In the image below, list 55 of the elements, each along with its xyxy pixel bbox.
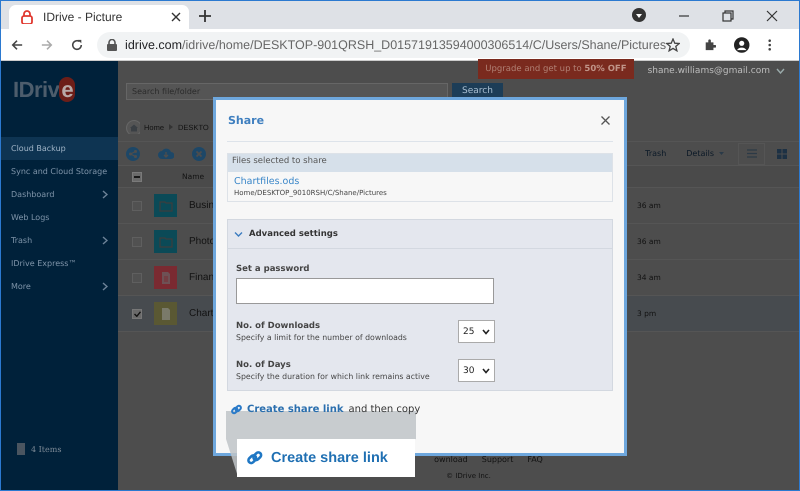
link-icon <box>247 450 263 466</box>
sidebar-item[interactable]: Web Logs <box>1 206 118 229</box>
sidebar-item[interactable]: Cloud Backup <box>1 137 118 160</box>
chevron-down-icon <box>234 230 243 238</box>
profile-icon[interactable] <box>734 36 750 54</box>
item-count: 4 Items <box>31 444 62 454</box>
select-all-checkbox[interactable] <box>132 172 142 182</box>
plus-icon[interactable] <box>199 10 211 22</box>
star-icon[interactable] <box>666 38 680 52</box>
browser-tab[interactable]: IDrive - Picture <box>9 5 189 29</box>
puzzle-icon[interactable] <box>704 38 716 52</box>
sidebar-item[interactable]: IDrive Express™ <box>1 252 118 275</box>
account-menu[interactable]: shane.williams@gmail.com <box>648 66 785 76</box>
home-icon <box>126 120 140 134</box>
file-link[interactable]: Chartfiles.ods <box>234 176 606 187</box>
close-icon[interactable] <box>601 116 610 125</box>
lock-icon <box>21 10 33 24</box>
list-icon <box>746 149 756 158</box>
address-field[interactable]: idrive.com/idrive/home/DESKTOP-901QRSH_D01571913594000306514/C/Users/Shane/Pictures <box>97 32 690 58</box>
tab-title: IDrive - Picture <box>43 10 124 24</box>
sidebar-item[interactable]: Trash <box>1 229 118 252</box>
back-icon[interactable] <box>11 38 24 52</box>
chevron-down-icon <box>776 68 785 74</box>
instruction-text: and then copy <box>348 404 420 415</box>
chevron-down-icon <box>482 368 490 374</box>
lock-icon <box>107 38 118 50</box>
option-title: No. of Downloads <box>236 321 322 331</box>
check-icon <box>134 310 140 316</box>
dropdown-icon[interactable] <box>632 8 646 22</box>
dropdown[interactable]: 25 <box>458 320 495 343</box>
chevron-down-icon <box>482 328 490 334</box>
close-icon[interactable] <box>171 12 181 22</box>
option-title: No. of Days <box>236 360 292 370</box>
dialog-title: Share <box>228 114 264 127</box>
create-share-link[interactable]: Create share link <box>231 404 344 415</box>
caret-icon <box>719 152 724 155</box>
upgrade-button[interactable]: Upgrade and get up to 50% OFF <box>478 59 634 79</box>
panel-header: Files selected to share <box>228 154 612 172</box>
sidebar-item[interactable]: Dashboard <box>1 183 118 206</box>
more-icon[interactable] <box>768 38 771 52</box>
chevron-right-icon <box>169 124 174 130</box>
dropdown[interactable]: 30 <box>458 359 495 382</box>
url-text: idrive.com/idrive/home/DESKTOP-901QRSH_D01571913594000306514/C/Users/Shane/Pictures <box>125 38 666 52</box>
reload-icon[interactable] <box>71 38 84 52</box>
password-field[interactable] <box>236 278 494 304</box>
close-icon[interactable] <box>766 10 778 22</box>
logo: IDrive <box>12 76 76 104</box>
advanced-settings-toggle[interactable]: Advanced settings <box>228 220 612 249</box>
sidebar-item[interactable]: Sync and Cloud Storage <box>1 160 118 183</box>
link-icon <box>231 404 242 415</box>
restore-icon[interactable] <box>722 10 734 22</box>
create-share-link-callout[interactable]: Create share link <box>237 439 415 477</box>
field-label: Set a password <box>236 264 311 274</box>
row-checkbox[interactable] <box>132 308 142 318</box>
sidebar-item[interactable]: More <box>1 275 118 298</box>
